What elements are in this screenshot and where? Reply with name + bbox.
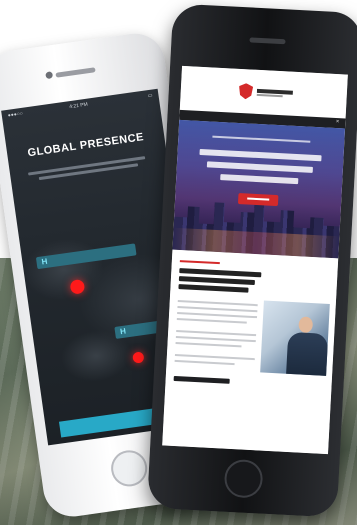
site-logo [256, 88, 295, 101]
shield-logo-icon [238, 83, 253, 100]
read-more-button[interactable] [173, 375, 230, 384]
body-text-line [177, 306, 258, 313]
status-bar: ●●●○○ 4:21 PM ▭ [1, 89, 159, 122]
location-h-icon: H [119, 326, 127, 337]
earpiece-speaker [249, 37, 286, 45]
phone-right-device: × [146, 3, 357, 518]
status-time: 4:21 PM [68, 101, 89, 111]
section-kicker [179, 260, 220, 265]
subtitle-text-lines [28, 153, 151, 185]
body-text-line [175, 335, 256, 343]
website-screen: × [162, 65, 348, 455]
section-heading-line-3 [178, 284, 249, 293]
home-button[interactable] [108, 448, 150, 489]
businessman-photo [260, 300, 330, 376]
body-text-line [174, 353, 255, 361]
logo-wordmark [256, 88, 293, 98]
body-text-line [177, 300, 258, 307]
hero-heading-line-1 [199, 148, 322, 162]
hero-banner [172, 119, 346, 259]
person-suit [286, 331, 329, 376]
hero-cta-button[interactable] [237, 193, 279, 207]
person-head [298, 316, 314, 334]
body-text-line [175, 341, 242, 348]
hero-heading-line-2 [206, 161, 313, 173]
content-section [162, 249, 339, 455]
body-text-line [174, 359, 235, 366]
hero-heading-line-3 [220, 174, 299, 185]
earpiece-speaker [55, 67, 96, 78]
hero-tagline-line [212, 135, 311, 143]
battery-icon: ▭ [147, 92, 153, 100]
location-h-icon: H [41, 256, 49, 267]
signal-indicator: ●●●○○ [7, 110, 24, 119]
home-button[interactable] [223, 458, 264, 499]
body-text-line [177, 311, 258, 319]
body-text-line [176, 329, 257, 337]
close-icon[interactable]: × [336, 119, 340, 125]
body-text-line [176, 317, 247, 324]
front-camera [45, 71, 54, 80]
